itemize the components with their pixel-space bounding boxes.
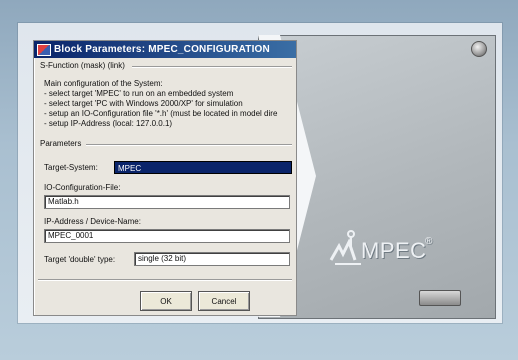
double-type-select[interactable]: single (32 bit) (134, 252, 290, 266)
description-line: - select target 'PC with Windows 2000/XP… (44, 99, 243, 108)
brand-logo: MPEC ® (329, 226, 479, 266)
description-line: - setup IP-Address (local: 127.0.0.1) (44, 119, 173, 128)
ip-address-label: IP-Address / Device-Name: (44, 217, 141, 226)
button-divider (38, 279, 292, 281)
target-system-select[interactable]: MPEC (114, 161, 292, 174)
section-divider (132, 66, 292, 68)
screw-icon (471, 41, 487, 57)
ip-address-input[interactable]: MPEC_0001 (44, 229, 290, 243)
section-header: S-Function (mask) (link) (40, 61, 125, 70)
ok-button-label: OK (160, 296, 172, 306)
block-parameters-dialog: Block Parameters: MPEC_CONFIGURATION S-F… (33, 40, 297, 316)
brand-name: MPEC (361, 238, 427, 263)
connector-icon (419, 290, 461, 306)
cancel-button-label: Cancel (211, 296, 237, 306)
dialog-title: Block Parameters: MPEC_CONFIGURATION (54, 44, 270, 55)
cancel-button[interactable]: Cancel (198, 291, 250, 311)
description-line: - select target 'MPEC' to run on an embe… (44, 89, 234, 98)
parameters-divider (86, 144, 292, 146)
ok-button[interactable]: OK (140, 291, 192, 311)
description-line: - setup an IO-Configuration file '*.h' (… (44, 109, 278, 118)
logo-mark-icon (329, 230, 361, 265)
double-type-label: Target 'double' type: (44, 255, 116, 264)
brand-trademark: ® (425, 236, 433, 247)
parameters-header: Parameters (40, 139, 82, 148)
target-system-label: Target-System: (44, 163, 98, 172)
io-config-label: IO-Configuration-File: (44, 183, 121, 192)
matlab-app-icon (37, 43, 51, 56)
io-config-input[interactable]: Matlab.h (44, 195, 290, 209)
dialog-titlebar[interactable]: Block Parameters: MPEC_CONFIGURATION (34, 41, 296, 58)
description-line: Main configuration of the System: (44, 79, 163, 88)
